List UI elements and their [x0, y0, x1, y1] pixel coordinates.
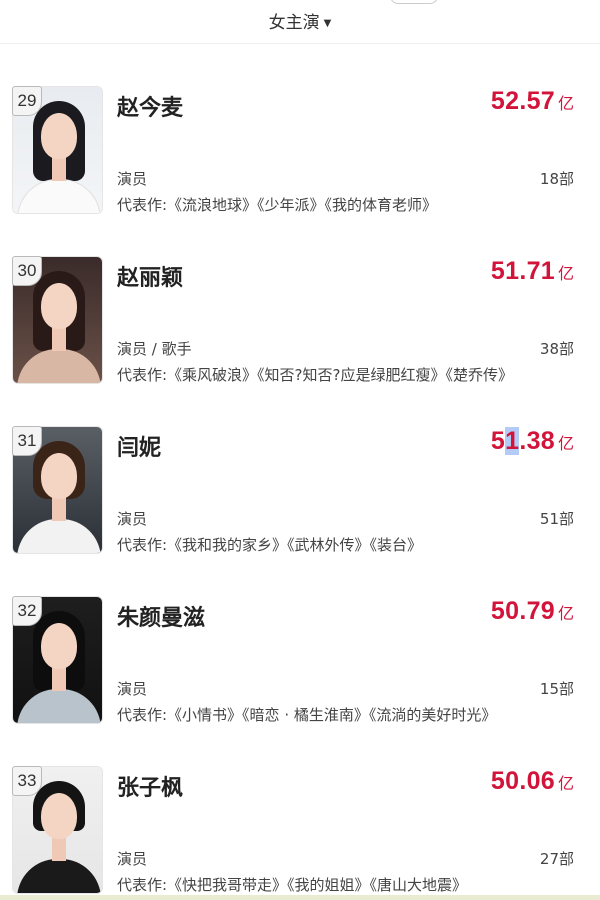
rank-badge: 29	[12, 86, 42, 116]
works-count: 18部	[539, 170, 574, 188]
actress-name[interactable]: 赵今麦	[117, 90, 183, 122]
representative-works: 代表作:《快把我哥带走》《我的姐姐》《唐山大地震》	[117, 876, 468, 894]
role-text: 演员	[117, 680, 148, 698]
actress-name[interactable]: 赵丽颖	[117, 260, 183, 292]
role-text: 演员 / 歌手	[117, 340, 192, 358]
header: 女主演 ▼	[0, 0, 600, 44]
box-office-value: 50.06 亿	[490, 767, 574, 795]
works-count: 38部	[539, 340, 574, 358]
rank-badge: 31	[12, 426, 42, 456]
rank-badge: 32	[12, 596, 42, 626]
actress-name[interactable]: 朱颜曼滋	[117, 600, 205, 632]
works-count: 27部	[539, 850, 574, 868]
role-text: 演员	[117, 850, 148, 868]
bottom-edge-bar	[0, 895, 600, 900]
role-filter-dropdown[interactable]: 女主演 ▼	[0, 8, 600, 33]
box-office-value: 51.38 亿	[490, 427, 574, 455]
list-item[interactable]: 31 闫妮 51.38 亿 演员 51部 代表作:《我和我的家乡》《武林外传》《装…	[0, 384, 600, 554]
role-filter-label: 女主演	[268, 13, 320, 33]
box-office-value: 52.57 亿	[490, 87, 574, 115]
selection-highlight: 1	[505, 427, 520, 455]
rank-badge: 30	[12, 256, 42, 286]
box-office-value: 50.79 亿	[490, 597, 574, 625]
top-notch	[390, 0, 438, 4]
rank-badge: 33	[12, 766, 42, 796]
actress-name[interactable]: 闫妮	[117, 430, 161, 462]
list-item[interactable]: 30 赵丽颖 51.71 亿 演员 / 歌手 38部 代表作:《乘风破浪》《知否?…	[0, 214, 600, 384]
works-count: 15部	[539, 680, 574, 698]
list-item[interactable]: 32 朱颜曼滋 50.79 亿 演员 15部 代表作:《小情书》《暗恋 · 橘生淮…	[0, 554, 600, 724]
role-text: 演员	[117, 510, 148, 528]
list-item[interactable]: 29 赵今麦 52.57 亿 演员 18部 代表作:《流浪地球》《少年派》《我的体…	[0, 44, 600, 214]
box-office-value: 51.71 亿	[490, 257, 574, 285]
actress-list: 29 赵今麦 52.57 亿 演员 18部 代表作:《流浪地球》《少年派》《我的体…	[0, 44, 600, 900]
role-text: 演员	[117, 170, 148, 188]
list-item[interactable]: 33 张子枫 50.06 亿 演员 27部 代表作:《快把我哥带走》《我的姐姐》《…	[0, 724, 600, 894]
works-count: 51部	[539, 510, 574, 528]
caret-down-icon: ▼	[323, 18, 332, 29]
actress-name[interactable]: 张子枫	[117, 770, 183, 802]
